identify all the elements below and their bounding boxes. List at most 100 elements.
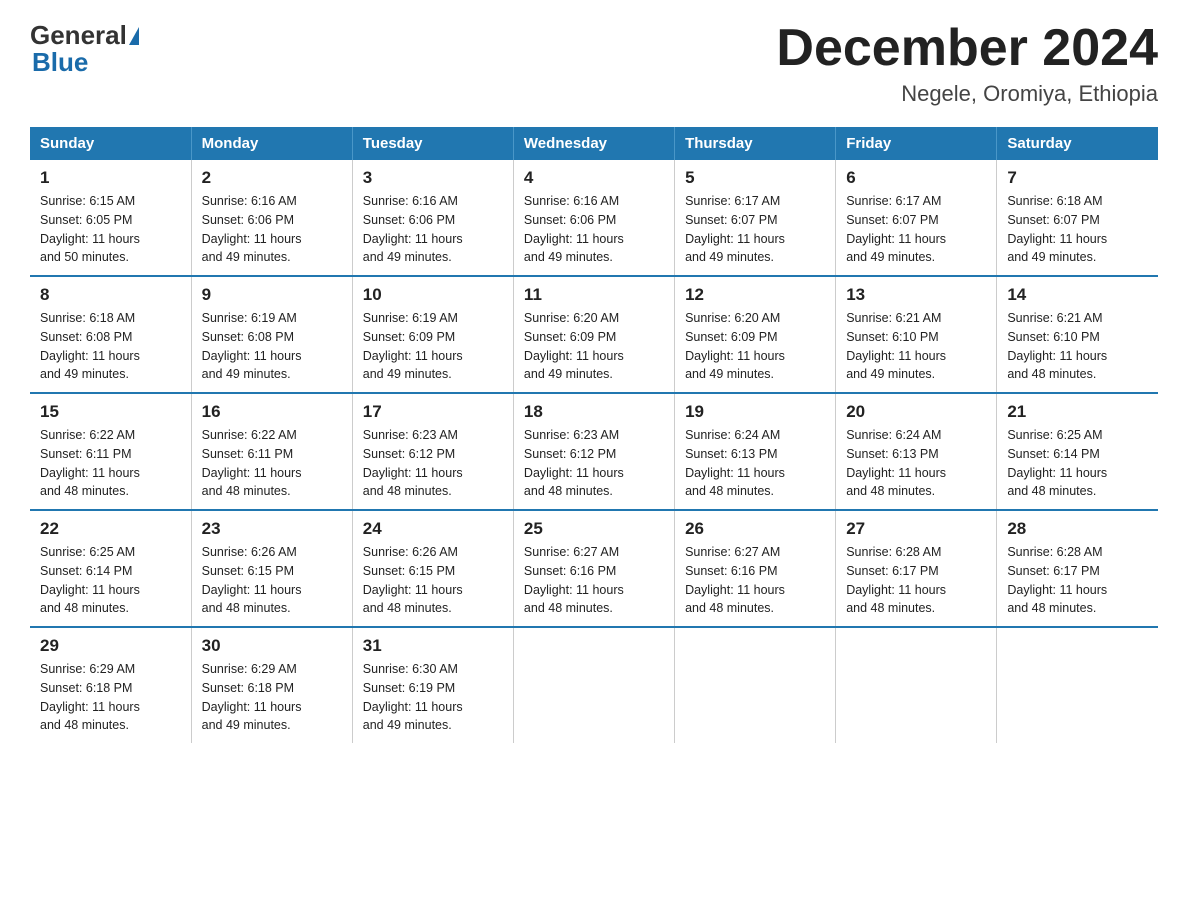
calendar-cell: 25 Sunrise: 6:27 AMSunset: 6:16 PMDayligh…: [513, 510, 674, 627]
day-info: Sunrise: 6:16 AMSunset: 6:06 PMDaylight:…: [202, 192, 342, 267]
day-info: Sunrise: 6:27 AMSunset: 6:16 PMDaylight:…: [524, 543, 664, 618]
day-info: Sunrise: 6:30 AMSunset: 6:19 PMDaylight:…: [363, 660, 503, 735]
day-info: Sunrise: 6:21 AMSunset: 6:10 PMDaylight:…: [1007, 309, 1148, 384]
day-number: 5: [685, 168, 825, 188]
calendar-cell: 19Sunrise: 6:24 AMSunset: 6:13 PMDayligh…: [675, 393, 836, 510]
day-number: 7: [1007, 168, 1148, 188]
calendar-cell: 2Sunrise: 6:16 AMSunset: 6:06 PMDaylight…: [191, 160, 352, 276]
day-info: Sunrise: 6:25 AMSunset: 6:14 PMDaylight:…: [40, 543, 181, 618]
calendar-cell: 10Sunrise: 6:19 AMSunset: 6:09 PMDayligh…: [352, 276, 513, 393]
calendar-cell: 23 Sunrise: 6:26 AMSunset: 6:15 PMDayligh…: [191, 510, 352, 627]
day-number: 9: [202, 285, 342, 305]
day-info: Sunrise: 6:25 AMSunset: 6:14 PMDaylight:…: [1007, 426, 1148, 501]
day-info: Sunrise: 6:18 AMSunset: 6:07 PMDaylight:…: [1007, 192, 1148, 267]
day-info: Sunrise: 6:15 AMSunset: 6:05 PMDaylight:…: [40, 192, 181, 267]
calendar-cell: 15 Sunrise: 6:22 AMSunset: 6:11 PMDayligh…: [30, 393, 191, 510]
header-monday: Monday: [191, 127, 352, 160]
logo-blue-text: Blue: [32, 47, 88, 77]
calendar-cell: 17 Sunrise: 6:23 AMSunset: 6:12 PMDayligh…: [352, 393, 513, 510]
day-number: 24: [363, 519, 503, 539]
calendar-cell: 18 Sunrise: 6:23 AMSunset: 6:12 PMDayligh…: [513, 393, 674, 510]
logo-triangle-icon: [129, 27, 139, 45]
day-info: Sunrise: 6:23 AMSunset: 6:12 PMDaylight:…: [524, 426, 664, 501]
calendar-cell: 8Sunrise: 6:18 AMSunset: 6:08 PMDaylight…: [30, 276, 191, 393]
day-info: Sunrise: 6:22 AMSunset: 6:11 PMDaylight:…: [202, 426, 342, 501]
calendar-cell: 6 Sunrise: 6:17 AMSunset: 6:07 PMDaylight…: [836, 160, 997, 276]
location-subtitle: Negele, Oromiya, Ethiopia: [776, 81, 1158, 107]
day-number: 16: [202, 402, 342, 422]
calendar-cell: 5 Sunrise: 6:17 AMSunset: 6:07 PMDaylight…: [675, 160, 836, 276]
day-info: Sunrise: 6:17 AMSunset: 6:07 PMDaylight:…: [685, 192, 825, 267]
day-number: 27: [846, 519, 986, 539]
day-info: Sunrise: 6:28 AMSunset: 6:17 PMDaylight:…: [1007, 543, 1148, 618]
week-row-1: 1 Sunrise: 6:15 AMSunset: 6:05 PMDaylight…: [30, 160, 1158, 276]
calendar-cell: 24Sunrise: 6:26 AMSunset: 6:15 PMDayligh…: [352, 510, 513, 627]
calendar-cell: 20 Sunrise: 6:24 AMSunset: 6:13 PMDayligh…: [836, 393, 997, 510]
day-info: Sunrise: 6:23 AMSunset: 6:12 PMDaylight:…: [363, 426, 503, 501]
calendar-cell: 21 Sunrise: 6:25 AMSunset: 6:14 PMDayligh…: [997, 393, 1158, 510]
calendar-cell: 27 Sunrise: 6:28 AMSunset: 6:17 PMDayligh…: [836, 510, 997, 627]
day-info: Sunrise: 6:16 AMSunset: 6:06 PMDaylight:…: [524, 192, 664, 267]
day-number: 17: [363, 402, 503, 422]
calendar-header-row: SundayMondayTuesdayWednesdayThursdayFrid…: [30, 127, 1158, 160]
day-number: 21: [1007, 402, 1148, 422]
day-info: Sunrise: 6:20 AMSunset: 6:09 PMDaylight:…: [685, 309, 825, 384]
calendar-cell: [675, 627, 836, 743]
calendar-cell: [513, 627, 674, 743]
title-area: December 2024 Negele, Oromiya, Ethiopia: [776, 20, 1158, 107]
calendar-cell: 31 Sunrise: 6:30 AMSunset: 6:19 PMDayligh…: [352, 627, 513, 743]
day-info: Sunrise: 6:17 AMSunset: 6:07 PMDaylight:…: [846, 192, 986, 267]
day-info: Sunrise: 6:21 AMSunset: 6:10 PMDaylight:…: [846, 309, 986, 384]
day-number: 28: [1007, 519, 1148, 539]
calendar-cell: 9Sunrise: 6:19 AMSunset: 6:08 PMDaylight…: [191, 276, 352, 393]
header-wednesday: Wednesday: [513, 127, 674, 160]
calendar-table: SundayMondayTuesdayWednesdayThursdayFrid…: [30, 127, 1158, 743]
calendar-cell: 16 Sunrise: 6:22 AMSunset: 6:11 PMDayligh…: [191, 393, 352, 510]
week-row-3: 15 Sunrise: 6:22 AMSunset: 6:11 PMDayligh…: [30, 393, 1158, 510]
week-row-5: 29 Sunrise: 6:29 AMSunset: 6:18 PMDayligh…: [30, 627, 1158, 743]
day-info: Sunrise: 6:24 AMSunset: 6:13 PMDaylight:…: [685, 426, 825, 501]
calendar-cell: 11Sunrise: 6:20 AMSunset: 6:09 PMDayligh…: [513, 276, 674, 393]
day-info: Sunrise: 6:26 AMSunset: 6:15 PMDaylight:…: [202, 543, 342, 618]
calendar-cell: 3Sunrise: 6:16 AMSunset: 6:06 PMDaylight…: [352, 160, 513, 276]
calendar-cell: 12 Sunrise: 6:20 AMSunset: 6:09 PMDayligh…: [675, 276, 836, 393]
month-title: December 2024: [776, 20, 1158, 77]
day-number: 15: [40, 402, 181, 422]
day-info: Sunrise: 6:29 AMSunset: 6:18 PMDaylight:…: [202, 660, 342, 735]
day-info: Sunrise: 6:20 AMSunset: 6:09 PMDaylight:…: [524, 309, 664, 384]
day-info: Sunrise: 6:24 AMSunset: 6:13 PMDaylight:…: [846, 426, 986, 501]
day-number: 29: [40, 636, 181, 656]
day-number: 14: [1007, 285, 1148, 305]
day-number: 1: [40, 168, 181, 188]
day-number: 31: [363, 636, 503, 656]
day-number: 12: [685, 285, 825, 305]
header-thursday: Thursday: [675, 127, 836, 160]
week-row-4: 22 Sunrise: 6:25 AMSunset: 6:14 PMDayligh…: [30, 510, 1158, 627]
week-row-2: 8Sunrise: 6:18 AMSunset: 6:08 PMDaylight…: [30, 276, 1158, 393]
calendar-cell: [997, 627, 1158, 743]
calendar-cell: 1 Sunrise: 6:15 AMSunset: 6:05 PMDaylight…: [30, 160, 191, 276]
calendar-cell: [836, 627, 997, 743]
calendar-cell: 13Sunrise: 6:21 AMSunset: 6:10 PMDayligh…: [836, 276, 997, 393]
day-number: 23: [202, 519, 342, 539]
day-info: Sunrise: 6:22 AMSunset: 6:11 PMDaylight:…: [40, 426, 181, 501]
day-info: Sunrise: 6:28 AMSunset: 6:17 PMDaylight:…: [846, 543, 986, 618]
calendar-cell: 26 Sunrise: 6:27 AMSunset: 6:16 PMDayligh…: [675, 510, 836, 627]
day-number: 30: [202, 636, 342, 656]
day-info: Sunrise: 6:27 AMSunset: 6:16 PMDaylight:…: [685, 543, 825, 618]
header-sunday: Sunday: [30, 127, 191, 160]
logo: General Blue: [30, 20, 141, 78]
day-number: 3: [363, 168, 503, 188]
day-number: 4: [524, 168, 664, 188]
day-number: 22: [40, 519, 181, 539]
header-saturday: Saturday: [997, 127, 1158, 160]
calendar-cell: 7 Sunrise: 6:18 AMSunset: 6:07 PMDaylight…: [997, 160, 1158, 276]
day-number: 25: [524, 519, 664, 539]
calendar-cell: 30 Sunrise: 6:29 AMSunset: 6:18 PMDayligh…: [191, 627, 352, 743]
day-number: 6: [846, 168, 986, 188]
page-header: General Blue December 2024 Negele, Oromi…: [30, 20, 1158, 107]
day-number: 18: [524, 402, 664, 422]
day-number: 26: [685, 519, 825, 539]
day-number: 20: [846, 402, 986, 422]
calendar-cell: 22 Sunrise: 6:25 AMSunset: 6:14 PMDayligh…: [30, 510, 191, 627]
